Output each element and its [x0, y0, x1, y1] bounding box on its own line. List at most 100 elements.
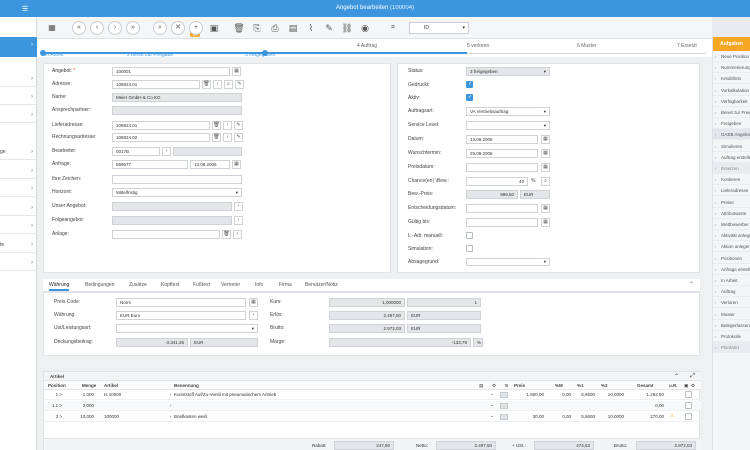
menu-icon[interactable]: ☰ [22, 5, 28, 13]
add-icon[interactable]: + [189, 21, 203, 35]
delete-icon[interactable]: 🗑 [212, 121, 221, 130]
aktiv-checkbox[interactable] [466, 94, 473, 101]
status-step[interactable]: 4 Auftrag [357, 43, 377, 49]
table-row[interactable]: 3 > 10,000 100000 Briefkasten weiß 30,00 0,00… [44, 412, 701, 422]
collapse-icon[interactable]: ⌃ [689, 281, 694, 288]
print-icon[interactable]: ⎙ [268, 21, 282, 35]
delete-icon[interactable]: 🗑 [202, 80, 211, 89]
grid-view-icon[interactable]: ▦ [45, 21, 59, 35]
chevron-right-icon[interactable]: › [170, 392, 172, 397]
tab-w-hrung[interactable]: Währung [49, 282, 70, 291]
last-record-icon[interactable]: » [126, 21, 140, 35]
task-item[interactable]: Nummerierung [713, 62, 750, 74]
chevron-right-icon[interactable]: › [31, 149, 33, 155]
chevron-down-icon[interactable]: ⌄ [490, 402, 494, 408]
rss-icon[interactable]: ◉ [358, 21, 372, 35]
chevron-right-icon[interactable]: › [31, 205, 33, 211]
gear-icon[interactable]: ⚙ [691, 383, 695, 389]
task-item[interactable]: In Arbeit [713, 275, 750, 286]
chevron-right-icon[interactable]: › [31, 94, 33, 100]
wunschtermin-field[interactable]: 29.08.2006 [466, 149, 538, 158]
task-item[interactable]: Verfügbarkeit [713, 96, 750, 107]
preisdatum-field[interactable] [466, 163, 538, 172]
calendar-icon[interactable]: ▦ [541, 135, 550, 144]
chevron-down-icon[interactable]: ⌄ [490, 413, 494, 419]
grid-icon[interactable]: ▦ [249, 298, 258, 307]
chance-field[interactable]: 40 [466, 177, 528, 186]
row-checkbox[interactable] [685, 402, 692, 409]
datum-field[interactable]: 13.08.2006 [466, 135, 538, 144]
absagegrund-select[interactable]: ▾ [466, 258, 550, 266]
anlage-field[interactable] [112, 230, 220, 239]
status-select[interactable]: 3 freigegeben ▾ [466, 67, 550, 76]
chevron-right-icon[interactable]: › [31, 76, 33, 82]
task-item[interactable]: Simulieren [713, 141, 750, 152]
calendar-icon[interactable]: ▦ [541, 204, 550, 213]
entscheidungsdatum-field[interactable] [466, 204, 538, 213]
grid-icon[interactable]: ▦ [232, 67, 241, 76]
copy-icon[interactable]: ⎘ [250, 21, 264, 35]
task-item[interactable]: Belegerfassung [713, 320, 750, 331]
horizont-select[interactable]: Mittelfristig ▾ [112, 188, 242, 197]
task-item[interactable]: Auftrag erstellen [713, 152, 750, 163]
chevron-right-icon[interactable]: › [170, 414, 172, 419]
status-step[interactable]: 3 freigegeben [245, 52, 467, 58]
task-item[interactable]: Verloren [713, 297, 750, 309]
chevron-down-icon[interactable]: ⌄ [490, 391, 494, 397]
l-adr-manuell-checkbox[interactable] [466, 232, 473, 239]
task-item[interactable]: Attributwerte [713, 208, 750, 219]
row-selector[interactable] [500, 392, 508, 398]
row-selector[interactable] [500, 403, 508, 409]
arrow-right-icon[interactable]: › [162, 147, 171, 156]
task-item[interactable]: Muster [713, 309, 750, 320]
task-item[interactable]: Wettbewerber [713, 219, 750, 230]
folgeangebot-field[interactable] [112, 216, 232, 225]
task-item[interactable]: Aktion anlegen [713, 241, 750, 253]
delete-icon[interactable]: 🗑 [222, 230, 231, 239]
chevron-right-icon[interactable]: › [31, 112, 33, 118]
status-step[interactable]: 7 Ersetzt [677, 43, 697, 49]
chevron-right-icon[interactable]: › [31, 223, 33, 229]
search-icon[interactable]: ⌕ [153, 21, 167, 35]
id-select[interactable]: ID ▾ [409, 22, 469, 34]
rechnungsadresse-field[interactable]: 108824.02 [112, 133, 210, 142]
chevron-right-icon[interactable]: › [31, 42, 33, 48]
task-item[interactable]: Anfrage erstellen [713, 264, 750, 275]
next-record-icon[interactable]: › [108, 21, 122, 35]
document-icon[interactable]: ▤ [286, 21, 300, 35]
chevron-right-icon[interactable]: › [31, 186, 33, 192]
search-icon[interactable]: ⌕ [541, 177, 550, 186]
angebot-field[interactable]: 100001 [112, 67, 230, 76]
arrow-right-icon[interactable]: › [249, 311, 258, 320]
unser-angebot-field[interactable] [112, 202, 232, 211]
waehrung-field[interactable]: EUR Euro [116, 311, 246, 320]
task-item[interactable]: GAEB Angebot [713, 129, 750, 141]
edit-icon[interactable]: ✎ [234, 121, 243, 130]
nav-item-label[interactable]: te [0, 242, 4, 248]
nav-item-label[interactable]: ge [0, 149, 6, 155]
task-item[interactable]: Preise [713, 197, 750, 208]
task-item[interactable]: Kontieren [713, 174, 750, 186]
status-step[interactable]: 6 Muster [577, 43, 596, 49]
collapse-icon[interactable]: ⌃ [674, 373, 679, 380]
calendar-icon[interactable]: ▦ [541, 163, 550, 172]
cancel-icon[interactable]: ✕ [171, 21, 185, 35]
ansprechpartner-field[interactable] [112, 106, 242, 115]
tab-vertreter[interactable]: Vertreter [221, 282, 240, 288]
arrow-right-icon[interactable]: › [223, 133, 232, 142]
tab-fu-text[interactable]: Fußtext [193, 282, 210, 288]
expand-icon[interactable]: ⤢ [690, 373, 695, 380]
tab-zus-tze[interactable]: Zusätze [129, 282, 147, 288]
chevron-right-icon[interactable]: › [31, 168, 33, 174]
task-item[interactable]: Ersetzen [713, 163, 750, 174]
ihre-zeichen-field[interactable] [112, 175, 242, 184]
task-item[interactable]: Auftrag [713, 286, 750, 298]
arrow-right-icon[interactable]: › [213, 80, 222, 89]
tab-info[interactable]: Info [255, 282, 263, 288]
delete-icon[interactable]: 🗑 [232, 21, 246, 35]
chevron-right-icon[interactable]: › [31, 260, 33, 266]
anfrage-date-field[interactable]: 13.08.2006 [190, 160, 230, 169]
calendar-icon[interactable]: ▦ [232, 160, 241, 169]
calendar-icon[interactable]: ▦ [541, 149, 550, 158]
arrow-right-icon[interactable]: › [234, 216, 243, 225]
